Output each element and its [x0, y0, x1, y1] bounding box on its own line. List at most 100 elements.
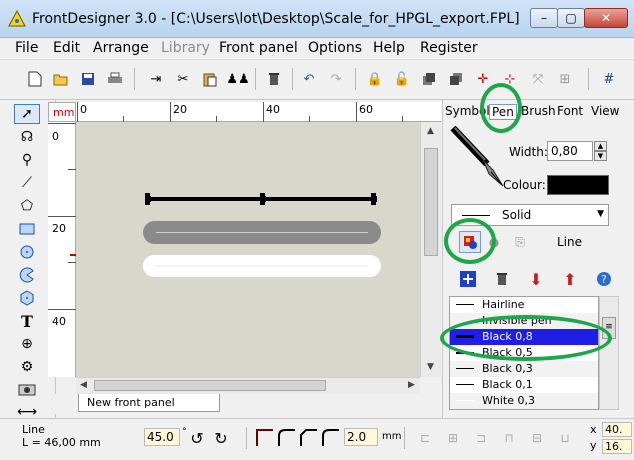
chevron-down-icon: ▼ [597, 209, 604, 219]
canvas-horizontal-scrollbar[interactable]: ◀ ▶ [76, 377, 420, 394]
align-left-icon[interactable]: ⊏ [414, 427, 436, 449]
menu-library[interactable]: Library [161, 40, 210, 56]
zoom-tool-icon[interactable]: ⚲ [14, 150, 40, 170]
app-logo-icon [8, 10, 26, 27]
save-icon[interactable] [77, 68, 99, 90]
align-bottom-icon[interactable]: ⊔ [554, 427, 576, 449]
align-right-icon[interactable]: ⊐ [470, 427, 492, 449]
measure-icon[interactable]: ⊹ [499, 68, 521, 90]
list-item[interactable]: Black 0,1 [450, 377, 598, 393]
send-back-icon[interactable] [445, 68, 467, 90]
menu-register[interactable]: Register [420, 40, 478, 56]
pattern-mode-icon[interactable]: ● [483, 231, 505, 253]
print-icon[interactable] [104, 68, 126, 90]
undo-icon[interactable]: ↶ [298, 68, 320, 90]
tab-pen[interactable]: Pen [489, 104, 517, 120]
menu-options[interactable]: Options [308, 40, 362, 56]
drawing-canvas[interactable] [76, 122, 420, 377]
tab-new-front-panel[interactable]: New front panel [78, 394, 220, 412]
list-item[interactable]: Hairline [450, 297, 598, 313]
move-down-button[interactable]: ⬇ [525, 268, 547, 290]
menu-edit[interactable]: Edit [53, 40, 80, 56]
spin-up-button[interactable]: ▲ [594, 141, 607, 151]
window-title: FrontDesigner 3.0 - [C:\Users\lot\Deskto… [32, 11, 520, 27]
list-item[interactable]: Black 0,5 [450, 345, 598, 361]
pen-colour-swatch[interactable] [547, 175, 609, 195]
maximize-button[interactable]: ▢ [557, 8, 585, 28]
close-button[interactable]: ✕ [584, 8, 628, 28]
hole-tool-icon[interactable]: ⊕ [14, 334, 40, 354]
color-mode-button[interactable] [459, 231, 481, 253]
tab-view[interactable]: View [591, 104, 619, 118]
grid-icon[interactable]: # [598, 68, 620, 90]
circle-tool-icon[interactable] [14, 242, 40, 262]
bring-front-icon[interactable] [418, 68, 440, 90]
open-icon[interactable] [50, 68, 72, 90]
colour-label: Colour: [503, 178, 546, 192]
arc-tool-icon[interactable]: ☊ [14, 127, 40, 147]
zoom-icon[interactable]: ⊞ [554, 68, 576, 90]
menu-file[interactable]: File [15, 40, 38, 56]
pointer-icon[interactable]: ➚ [14, 104, 40, 124]
ruler-label: 20 [173, 103, 187, 116]
scroll-thumb[interactable] [94, 380, 326, 391]
ruler-label: 20 [52, 222, 66, 235]
minimize-button[interactable]: – [530, 8, 558, 28]
help-button[interactable]: ? [593, 268, 615, 290]
menu-front-panel[interactable]: Front panel [219, 40, 298, 56]
crosshair-icon[interactable]: ✛ [472, 68, 494, 90]
tab-brush[interactable]: Brush [521, 104, 556, 118]
line-tool-icon[interactable]: ⟋ [14, 173, 40, 193]
ruler-label: 40 [266, 103, 280, 116]
gradient-mode-icon[interactable]: ⎘ [509, 231, 531, 253]
group-icon[interactable]: ♟♟ [226, 68, 249, 90]
list-item[interactable]: Black 0,3 [450, 361, 598, 377]
list-item[interactable]: White 0,3 [450, 393, 598, 409]
tab-font[interactable]: Font [557, 104, 583, 118]
align-center-icon[interactable]: ⊞ [442, 427, 464, 449]
paste-icon[interactable] [199, 68, 221, 90]
menu-help[interactable]: Help [373, 40, 405, 56]
menu-arrange[interactable]: Arrange [93, 40, 149, 56]
gear-tool-icon[interactable]: ⚙ [14, 357, 40, 377]
delete-icon[interactable] [263, 68, 285, 90]
corner-style-icons[interactable] [254, 426, 342, 448]
canvas-vertical-scrollbar[interactable]: ▲ ▼ [420, 122, 441, 377]
title-bar: FrontDesigner 3.0 - [C:\Users\lot\Deskto… [0, 0, 634, 38]
pen-width-input[interactable]: 0,80 [547, 141, 593, 161]
rotate-left-button[interactable]: ↺ [186, 427, 208, 449]
move-up-button[interactable]: ⬆ [559, 268, 581, 290]
delete-pen-button[interactable] [491, 268, 513, 290]
ruler-label: 60 [359, 103, 373, 116]
align-top-icon[interactable]: ⊓ [498, 427, 520, 449]
pie-tool-icon[interactable] [14, 265, 40, 285]
pen-list-scrollbar[interactable]: ≡ [599, 296, 619, 410]
scroll-thumb[interactable]: ≡ [602, 317, 616, 339]
list-item[interactable]: Black 0,8 [450, 329, 598, 345]
ruler-label: 0 [52, 130, 59, 143]
add-pen-button[interactable] [457, 268, 479, 290]
fit-icon[interactable]: ⤧ [527, 68, 549, 90]
hexagon-tool-icon[interactable] [14, 288, 40, 308]
svg-text:?: ? [601, 273, 607, 286]
radius-unit: mm [382, 431, 402, 442]
lock-icon[interactable]: 🔒 [364, 68, 386, 90]
scroll-thumb[interactable] [424, 148, 438, 256]
redo-icon[interactable]: ↷ [325, 68, 347, 90]
rectangle-tool-icon[interactable] [14, 219, 40, 239]
line-style-dropdown[interactable]: Solid ▼ [451, 204, 609, 226]
new-icon[interactable] [24, 68, 46, 90]
unlock-icon[interactable]: 🔓 [391, 68, 413, 90]
cut-icon[interactable]: ✂ [172, 68, 194, 90]
spin-down-button[interactable]: ▼ [594, 151, 607, 161]
cut-in-icon[interactable]: ⇥ [145, 68, 167, 90]
angle-input[interactable]: 45.0 [144, 428, 180, 446]
polygon-tool-icon[interactable]: ⬠ [14, 196, 40, 216]
text-tool-icon[interactable]: T [14, 311, 40, 331]
rotate-right-button[interactable]: ↻ [210, 427, 232, 449]
list-item[interactable]: Invisible pen [450, 313, 598, 329]
slot-tool-icon[interactable] [14, 380, 40, 400]
radius-input[interactable]: 2.0 [344, 428, 378, 446]
align-middle-icon[interactable]: ⊟ [526, 427, 548, 449]
pen-list[interactable]: Hairline Invisible pen Black 0,8 Black 0… [449, 296, 599, 410]
